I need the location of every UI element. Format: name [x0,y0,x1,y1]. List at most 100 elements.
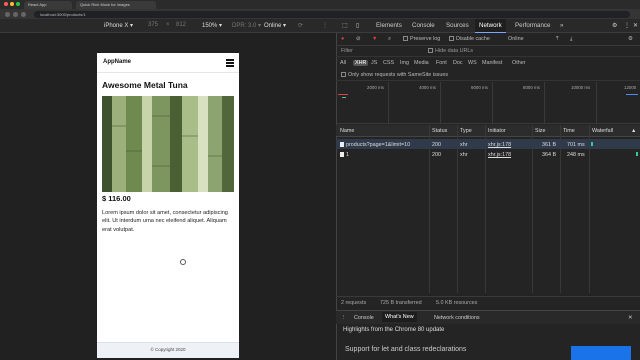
hide-data-urls-checkbox[interactable]: Hide data URLs [428,48,473,54]
request-time: 701 ms [567,142,585,148]
maximize-window-icon[interactable] [16,2,20,6]
network-settings-gear-icon[interactable]: ⚙ [628,36,633,42]
rotate-icon[interactable]: ⟳ [298,22,303,29]
filter-doc[interactable]: Doc [453,60,463,66]
col-status[interactable]: Status [432,128,447,134]
app-header: AppName [97,53,239,73]
device-toggle-icon[interactable]: ▯ [352,19,363,33]
sort-up-icon[interactable]: ▲ [631,128,636,134]
request-status: 200 [432,152,441,158]
timeline-gridline [492,82,493,124]
network-throttle-select[interactable]: Online [508,36,524,42]
devtools-tab-bar: ⬚ ▯ Elements Console Sources Network Per… [336,19,640,33]
dpr-select[interactable]: DPR: 3.0 ▾ [232,22,261,29]
filter-js[interactable]: JS [371,60,377,66]
filter-img[interactable]: Img [400,60,409,66]
col-name[interactable]: Name [340,128,354,134]
reload-icon[interactable] [21,12,26,17]
request-type: xhr [460,152,468,158]
hamburger-menu-icon[interactable] [226,59,234,67]
timeline-label: 8000 ms [523,85,540,90]
filter-media[interactable]: Media [414,60,429,66]
filter-ws[interactable]: WS [468,60,477,66]
col-time[interactable]: Time [563,128,575,134]
close-devtools-icon[interactable]: ✕ [629,19,640,33]
hide-data-urls-label: Hide data URLs [435,48,474,54]
drawer-tab-whats-new[interactable]: What's New [382,312,417,322]
request-count: 2 requests [341,300,367,306]
back-icon[interactable] [5,12,10,17]
search-icon[interactable]: ⌕ [388,36,391,43]
table-row[interactable]: products?page=1&limit=10 200 xhr xhr.js:… [336,139,640,149]
mobile-page: AppName Awesome Metal Tuna $ 116.00 Lore… [97,53,239,358]
forward-icon[interactable] [13,12,18,17]
tab-network[interactable]: Network [475,19,506,33]
col-type[interactable]: Type [460,128,472,134]
drawer-tab-console[interactable]: Console [354,315,374,321]
product-image [102,96,234,192]
network-toolbar: ● ⊘ ▼ ⌕ Preserve log Disable cache Onlin… [336,33,640,46]
tab-sources[interactable]: Sources [442,19,473,33]
filter-font[interactable]: Font [436,60,447,66]
col-initiator[interactable]: Initiator [488,128,506,134]
close-drawer-icon[interactable]: ✕ [628,315,633,321]
col-size[interactable]: Size [535,128,546,134]
request-size: 364 B [542,152,557,158]
resource-type-filters: All XHR JS CSS Img Media Font Doc WS Man… [336,58,640,70]
zoom-select[interactable]: 150% ▾ [202,22,222,29]
download-har-icon[interactable]: ⤓ [570,36,572,43]
request-time: 248 ms [567,152,585,158]
preserve-log-checkbox[interactable]: Preserve log [403,36,440,42]
resources-size: 5.0 KB resources [436,300,478,306]
tab-performance[interactable]: Performance [511,19,554,33]
filter-icon[interactable]: ▼ [372,36,377,42]
timeline-gridline [544,82,545,124]
drawer-tab-network-conditions[interactable]: Network conditions [434,315,480,321]
timeline-marker [338,94,348,96]
disable-cache-label: Disable cache [456,36,490,42]
upload-har-icon[interactable]: ⤒ [556,36,558,43]
inspect-element-icon[interactable]: ⬚ [338,19,352,33]
width-input[interactable]: 375 [148,22,158,28]
browser-tab[interactable]: React App [24,1,72,9]
throttle-select[interactable]: Online ▾ [264,22,286,29]
filter-css[interactable]: CSS [383,60,394,66]
waterfall-bar [636,152,638,156]
browser-tab[interactable]: Quick Rich Mock for images [76,1,156,9]
touch-cursor-icon [180,259,186,265]
filter-input[interactable]: Filter [341,48,353,54]
request-status: 200 [432,142,441,148]
samesite-checkbox[interactable]: Only show requests with SameSite issues [341,72,448,78]
filter-manifest[interactable]: Manifest [482,60,502,66]
product-price: $ 116.00 [102,194,131,203]
height-input[interactable]: 812 [176,22,186,28]
app-name[interactable]: AppName [103,59,131,65]
timeline-marker [342,97,346,99]
request-initiator[interactable]: xhr.js:178 [488,142,511,148]
request-initiator[interactable]: xhr.js:178 [488,152,511,158]
record-icon[interactable]: ● [341,36,344,42]
samesite-row: Only show requests with SameSite issues [336,70,640,81]
product-description: Lorem ipsum dolor sit amet, consectetur … [102,210,228,233]
browser-tab-strip: React App Quick Rich Mock for images [0,0,640,9]
tab-console[interactable]: Console [408,19,439,33]
request-name: 1 [340,152,349,158]
clear-icon[interactable]: ⊘ [356,36,361,42]
disable-cache-checkbox[interactable]: Disable cache [449,36,490,42]
filter-all[interactable]: All [340,60,346,66]
more-tabs-icon[interactable]: » [556,19,567,33]
drawer-menu-icon[interactable]: ⋮ [341,315,346,321]
tab-elements[interactable]: Elements [372,19,406,33]
timeline-gridline [388,82,389,124]
more-options-icon[interactable]: ⋮ [322,22,328,29]
url-input[interactable]: localhost:3000/products/1 [34,11,630,18]
minimize-window-icon[interactable] [10,2,14,6]
device-select[interactable]: iPhone X ▾ [104,22,133,29]
filter-other[interactable]: Other [512,60,525,66]
close-window-icon[interactable] [4,2,8,6]
table-row[interactable]: 1 200 xhr xhr.js:178 364 B 248 ms [336,149,640,159]
request-size: 361 B [542,142,557,148]
whats-new-headline[interactable]: Support for let and class redeclarations [345,346,466,353]
col-waterfall[interactable]: Waterfall [592,128,613,134]
filter-xhr[interactable]: XHR [353,60,369,66]
